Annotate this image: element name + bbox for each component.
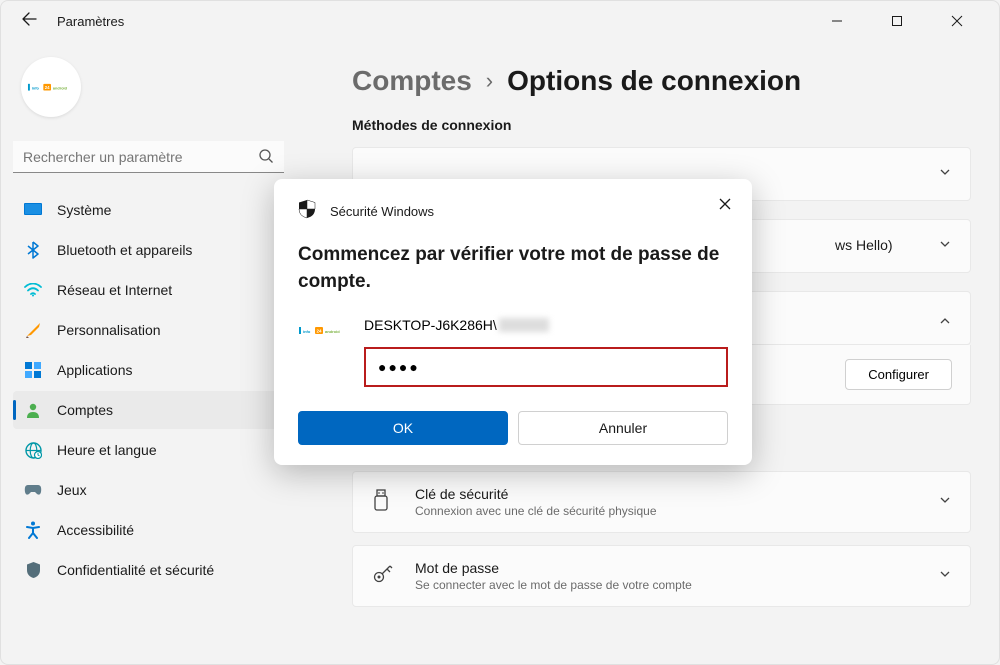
ok-button[interactable]: OK <box>298 411 508 445</box>
profile-block: info 24 android <box>13 41 284 141</box>
card-title: Clé de sécurité <box>415 486 938 502</box>
shield-icon <box>23 560 43 580</box>
sidebar-item-accessibility[interactable]: Accessibilité <box>13 511 284 549</box>
sidebar-item-accounts[interactable]: Comptes <box>13 391 284 429</box>
close-button[interactable] <box>935 6 979 36</box>
sidebar-item-label: Personnalisation <box>57 322 161 338</box>
sidebar-item-system[interactable]: Système <box>13 191 284 229</box>
svg-text:info: info <box>32 86 40 90</box>
minimize-button[interactable] <box>815 6 859 36</box>
signin-method-card-security-key[interactable]: Clé de sécurité Connexion avec une clé d… <box>352 471 971 533</box>
sidebar-item-label: Système <box>57 202 111 218</box>
avatar[interactable]: info 24 android <box>21 57 81 117</box>
apps-icon <box>23 360 43 380</box>
sidebar: info 24 android Système Bluetooth et app… <box>1 41 296 664</box>
close-icon <box>718 197 732 211</box>
page-title: Options de connexion <box>507 65 801 97</box>
search-input[interactable] <box>13 141 284 173</box>
sidebar-item-label: Bluetooth et appareils <box>57 242 192 258</box>
user-logo-icon: info 24android <box>298 323 348 343</box>
maximize-button[interactable] <box>875 6 919 36</box>
dialog-close-button[interactable] <box>714 193 736 220</box>
sidebar-item-personalization[interactable]: Personnalisation <box>13 311 284 349</box>
search-icon <box>258 148 274 169</box>
section-heading: Méthodes de connexion <box>352 117 971 133</box>
sidebar-item-label: Heure et langue <box>57 442 157 458</box>
bluetooth-icon <box>23 240 43 260</box>
svg-text:android: android <box>53 86 68 90</box>
brush-icon <box>23 320 43 340</box>
chevron-down-icon <box>938 493 952 512</box>
sidebar-item-bluetooth[interactable]: Bluetooth et appareils <box>13 231 284 269</box>
sidebar-item-label: Comptes <box>57 402 113 418</box>
dialog-title: Sécurité Windows <box>330 204 434 219</box>
card-subtitle: Connexion avec une clé de sécurité physi… <box>415 504 938 518</box>
chevron-right-icon: › <box>486 68 493 94</box>
svg-text:24: 24 <box>317 329 323 334</box>
avatar-logo-icon: info 24 android <box>27 80 75 94</box>
maximize-icon <box>891 15 903 27</box>
gamepad-icon <box>23 480 43 500</box>
card-title: Mot de passe <box>415 560 938 576</box>
password-input[interactable]: ●●●● <box>364 347 728 387</box>
nav-list: Système Bluetooth et appareils Réseau et… <box>13 191 284 589</box>
search-box[interactable] <box>13 141 284 173</box>
svg-text:android: android <box>325 329 340 334</box>
svg-text:info: info <box>303 329 311 334</box>
minimize-icon <box>831 15 843 27</box>
breadcrumb-parent[interactable]: Comptes <box>352 65 472 97</box>
sidebar-item-label: Applications <box>57 362 133 378</box>
arrow-left-icon <box>21 11 37 27</box>
wifi-icon <box>23 280 43 300</box>
sidebar-item-network[interactable]: Réseau et Internet <box>13 271 284 309</box>
chevron-down-icon <box>938 237 952 256</box>
sidebar-item-privacy[interactable]: Confidentialité et sécurité <box>13 551 284 589</box>
signin-method-card-password[interactable]: Mot de passe Se connecter avec le mot de… <box>352 545 971 607</box>
sidebar-item-gaming[interactable]: Jeux <box>13 471 284 509</box>
back-button[interactable] <box>13 3 45 40</box>
chevron-down-icon <box>938 165 952 184</box>
sidebar-item-applications[interactable]: Applications <box>13 351 284 389</box>
sidebar-item-label: Confidentialité et sécurité <box>57 562 214 578</box>
card-subtitle: Se connecter avec le mot de passe de vot… <box>415 578 938 592</box>
windows-security-shield-icon <box>298 199 316 224</box>
system-icon <box>23 200 43 220</box>
accessibility-icon <box>23 520 43 540</box>
key-icon <box>371 562 395 591</box>
globe-icon <box>23 440 43 460</box>
window-controls <box>815 6 987 36</box>
svg-text:24: 24 <box>45 85 50 90</box>
username-label: DESKTOP-J6K286H\ <box>364 317 728 333</box>
close-icon <box>951 15 963 27</box>
window-title: Paramètres <box>57 14 124 29</box>
dialog-heading: Commencez par vérifier votre mot de pass… <box>298 242 728 295</box>
chevron-down-icon <box>938 567 952 586</box>
configure-button[interactable]: Configurer <box>845 359 952 390</box>
sidebar-item-time-language[interactable]: Heure et langue <box>13 431 284 469</box>
sidebar-item-label: Jeux <box>57 482 87 498</box>
breadcrumb: Comptes › Options de connexion <box>352 65 971 97</box>
sidebar-item-label: Accessibilité <box>57 522 134 538</box>
titlebar: Paramètres <box>1 1 999 41</box>
security-dialog: Sécurité Windows Commencez par vérifier … <box>274 179 752 465</box>
sidebar-item-label: Réseau et Internet <box>57 282 172 298</box>
cancel-button[interactable]: Annuler <box>518 411 728 445</box>
usb-key-icon <box>371 488 395 517</box>
chevron-up-icon <box>938 309 952 328</box>
person-icon <box>23 400 43 420</box>
redacted-username <box>499 318 549 332</box>
